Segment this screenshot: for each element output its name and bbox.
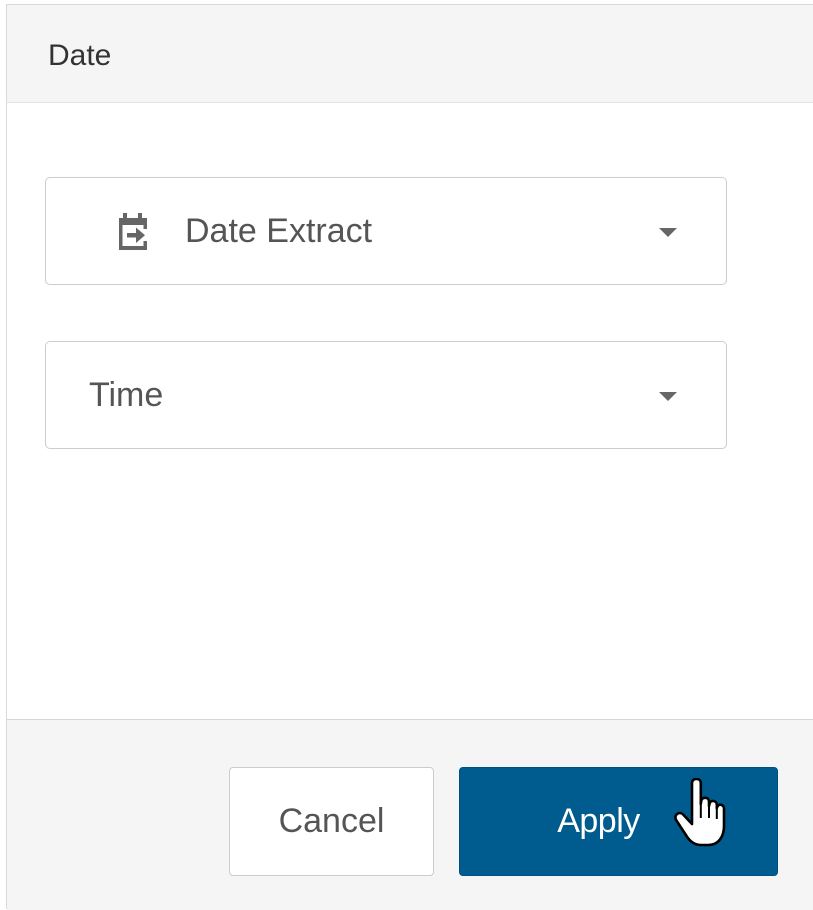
date-dialog: Date Date Extract Time Cancel Apply <box>6 4 813 910</box>
date-type-value: Date Extract <box>185 212 373 250</box>
dialog-title: Date <box>48 39 112 72</box>
hand-pointer-icon <box>674 778 726 847</box>
dialog-header: Date <box>7 5 813 103</box>
date-part-dropdown[interactable]: Time <box>45 341 727 449</box>
date-type-dropdown[interactable]: Date Extract <box>45 177 727 285</box>
date-part-value: Time <box>89 376 164 414</box>
chevron-down-icon <box>659 228 677 237</box>
calendar-arrow-icon <box>119 213 147 250</box>
dialog-body: Date Extract Time <box>7 104 813 720</box>
cancel-button[interactable]: Cancel <box>229 767 434 876</box>
chevron-down-icon <box>659 392 677 401</box>
